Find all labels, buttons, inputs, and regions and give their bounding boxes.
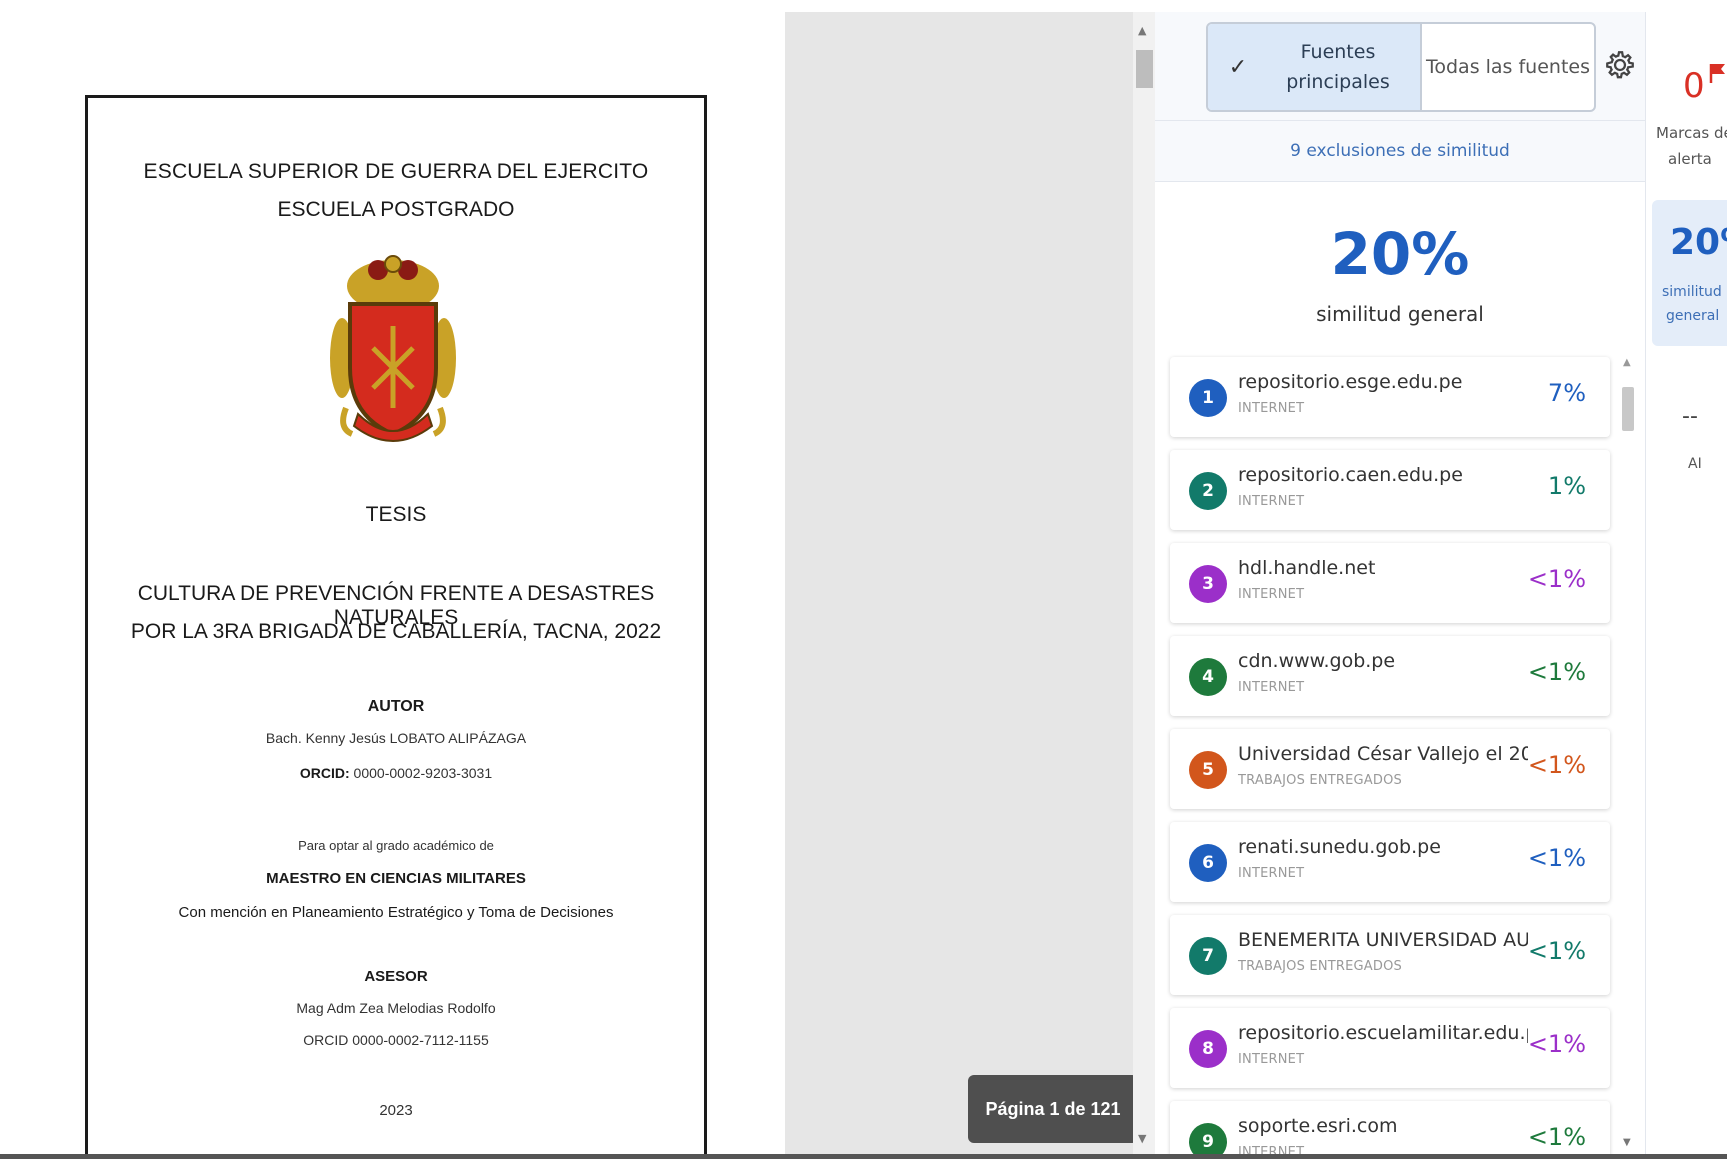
source-number-badge: 3 — [1189, 565, 1227, 603]
author-heading: AUTOR — [367, 698, 425, 715]
source-number-badge: 5 — [1189, 751, 1227, 789]
source-percent: <1% — [1527, 937, 1586, 965]
similarity-summary-percent: 20% — [1670, 222, 1727, 263]
scroll-up-icon[interactable]: ▲ — [1623, 357, 1631, 368]
source-percent: <1% — [1527, 751, 1586, 779]
source-item[interactable]: 5 Universidad César Vallejo el 202... TRAB… — [1170, 729, 1610, 809]
scroll-thumb[interactable] — [1136, 50, 1153, 88]
source-name: cdn.www.gob.pe — [1238, 650, 1396, 672]
source-type: INTERNET — [1238, 680, 1305, 695]
source-percent: <1% — [1527, 565, 1586, 593]
source-type: INTERNET — [1238, 587, 1305, 602]
source-number-badge: 8 — [1189, 1030, 1227, 1068]
source-number-badge: 6 — [1189, 844, 1227, 882]
source-number-badge: 1 — [1189, 379, 1227, 417]
source-name: soporte.esri.com — [1238, 1115, 1398, 1137]
ai-score[interactable]: -- — [1682, 404, 1698, 429]
source-list: 1 repositorio.esge.edu.pe INTERNET 7% 2 repos… — [1170, 357, 1610, 1159]
source-percent: <1% — [1527, 1123, 1586, 1151]
scroll-thumb[interactable] — [1622, 387, 1634, 431]
school-subname: ESCUELA POSTGRADO — [277, 198, 515, 221]
source-number-badge: 4 — [1189, 658, 1227, 696]
source-number-badge: 7 — [1189, 937, 1227, 975]
source-percent: 1% — [1547, 472, 1586, 500]
crest-icon — [330, 255, 456, 442]
page-indicator[interactable]: Página 1 de 121 — [968, 1075, 1138, 1143]
document-page: ESCUELA SUPERIOR DE GUERRA DEL EJERCITO … — [85, 95, 707, 1159]
gear-icon[interactable] — [1603, 48, 1637, 82]
source-type: INTERNET — [1238, 1052, 1305, 1067]
source-percent: <1% — [1527, 658, 1586, 686]
source-type: INTERNET — [1238, 494, 1305, 509]
similarity-summary-label: similitud general — [1662, 284, 1722, 324]
advisor-heading: ASESOR — [364, 968, 428, 985]
source-item[interactable]: 6 renati.sunedu.gob.pe INTERNET <1% — [1170, 822, 1610, 902]
advisor-orcid: ORCID 0000-0002-7112-1155 — [303, 1032, 489, 1048]
source-type: INTERNET — [1238, 401, 1305, 416]
source-name: repositorio.escuelamilitar.edu.pe — [1238, 1022, 1528, 1044]
source-name: hdl.handle.net — [1238, 557, 1376, 579]
source-name: repositorio.esge.edu.pe — [1238, 371, 1463, 393]
source-filter-toggle: ✓ Fuentes principales Todas las fuentes — [1206, 22, 1596, 112]
exclusions-link[interactable]: 9 exclusiones de similitud — [1155, 120, 1645, 182]
alert-count[interactable]: 0 — [1683, 66, 1705, 106]
source-percent: <1% — [1527, 844, 1586, 872]
author-name: Bach. Kenny Jesús LOBATO ALIPÁZAGA — [265, 730, 527, 746]
source-type: TRABAJOS ENTREGADOS — [1238, 773, 1402, 788]
similarity-panel: ✓ Fuentes principales Todas las fuentes … — [1155, 12, 1645, 1159]
source-number-badge: 2 — [1189, 472, 1227, 510]
source-type: INTERNET — [1238, 866, 1305, 881]
source-item[interactable]: 9 soporte.esri.com INTERNET <1% — [1170, 1101, 1610, 1159]
source-item[interactable]: 4 cdn.www.gob.pe INTERNET <1% — [1170, 636, 1610, 716]
source-item[interactable]: 1 repositorio.esge.edu.pe INTERNET 7% — [1170, 357, 1610, 437]
ai-label: AI — [1688, 456, 1702, 472]
flag-icon — [1709, 64, 1725, 83]
source-type: TRABAJOS ENTREGADOS — [1238, 959, 1402, 974]
source-name: renati.sunedu.gob.pe — [1238, 836, 1441, 858]
tab-main-sources-label: Fuentes principales — [1286, 41, 1390, 93]
overall-similarity-label: similitud general — [1316, 302, 1484, 326]
thesis-title-line2: POR LA 3RA BRIGADA DE CABALLERÍA, TACNA,… — [130, 620, 662, 643]
document-viewer: ESCUELA SUPERIOR DE GUERRA DEL EJERCITO … — [0, 12, 1140, 1159]
advisor-name: Mag Adm Zea Melodias Rodolfo — [296, 1000, 496, 1016]
source-name: BENEMERITA UNIVERSIDAD AU... — [1238, 929, 1528, 951]
source-item[interactable]: 2 repositorio.caen.edu.pe INTERNET 1% — [1170, 450, 1610, 530]
author-orcid: ORCID: 0000-0002-9203-3031 — [88, 765, 704, 781]
source-percent: 7% — [1547, 379, 1586, 407]
year: 2023 — [379, 1102, 413, 1119]
overall-similarity-percent: 20% — [1330, 220, 1470, 288]
side-summary-bar: 0 Marcas de alerta 20% similitud general… — [1645, 12, 1727, 1159]
source-name: Universidad César Vallejo el 202... — [1238, 743, 1528, 765]
app-root: ESCUELA SUPERIOR DE GUERRA DEL EJERCITO … — [0, 0, 1727, 1159]
source-item[interactable]: 3 hdl.handle.net INTERNET <1% — [1170, 543, 1610, 623]
source-percent: <1% — [1527, 1030, 1586, 1058]
degree: MAESTRO EN CIENCIAS MILITARES — [266, 870, 526, 887]
alert-label: Marcas de alerta — [1656, 124, 1727, 168]
check-icon: ✓ — [1228, 54, 1248, 80]
doc-type: TESIS — [365, 503, 427, 526]
tab-all-sources[interactable]: Todas las fuentes — [1422, 24, 1594, 110]
source-name: repositorio.caen.edu.pe — [1238, 464, 1463, 486]
mention: Con mención en Planeamiento Estratégico … — [178, 904, 614, 921]
source-list-scrollbar[interactable]: ▲ ▼ — [1621, 357, 1635, 1157]
source-item[interactable]: 8 repositorio.escuelamilitar.edu.pe INTERN… — [1170, 1008, 1610, 1088]
school-name: ESCUELA SUPERIOR DE GUERRA DEL EJERCITO — [143, 160, 649, 183]
author-orcid-value: 0000-0002-9203-3031 — [349, 765, 493, 781]
scroll-down-icon[interactable]: ▼ — [1138, 1132, 1146, 1145]
degree-intro: Para optar al grado académico de — [298, 838, 494, 853]
tab-main-sources[interactable]: ✓ Fuentes principales — [1208, 24, 1422, 110]
scroll-down-icon[interactable]: ▼ — [1623, 1137, 1631, 1148]
scroll-up-icon[interactable]: ▲ — [1138, 24, 1146, 37]
author-orcid-label: ORCID: — [299, 765, 350, 781]
document-scrollbar[interactable]: ▲ ▼ — [1133, 12, 1155, 1159]
source-item[interactable]: 7 BENEMERITA UNIVERSIDAD AU... TRABAJOS EN… — [1170, 915, 1610, 995]
